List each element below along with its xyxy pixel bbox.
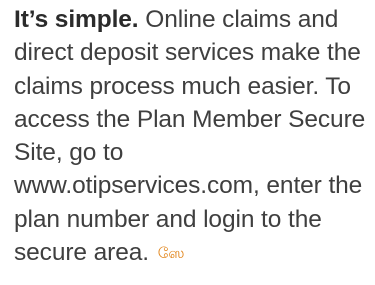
paragraph: It’s simple. Online claims and direct de… xyxy=(0,0,375,269)
lead-text: It’s simple. xyxy=(14,6,139,33)
body-text: Online claims and direct deposit service… xyxy=(14,6,366,267)
end-mark-icon: ஸே xyxy=(157,245,185,263)
